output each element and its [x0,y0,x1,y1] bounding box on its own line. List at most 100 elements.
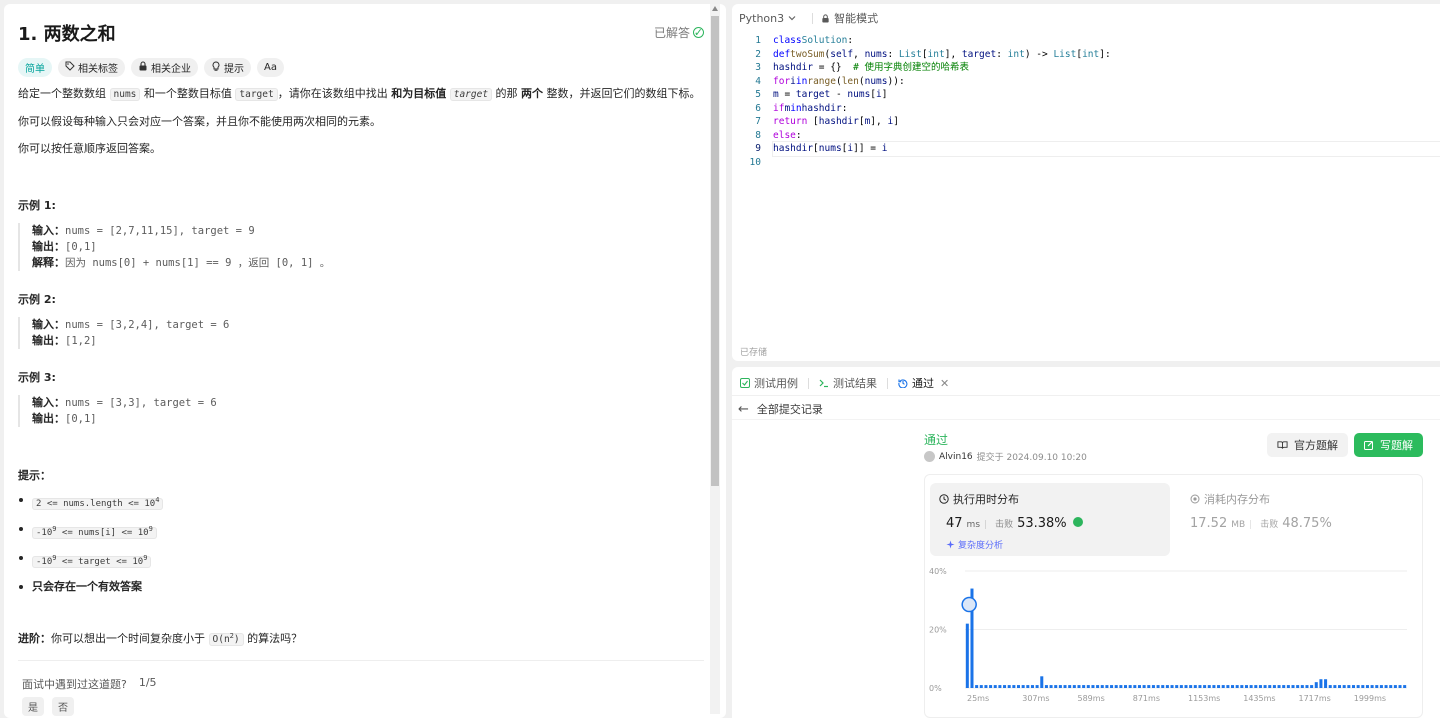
tab-submission[interactable]: 通过 [898,375,934,391]
chart-bar[interactable] [998,685,1002,688]
code-area[interactable]: 1 class Solution: 2 def twoSum(self, nums… [742,34,1440,169]
chart-bar[interactable] [1240,685,1244,688]
chart-bar[interactable] [1170,685,1174,688]
chart-bar[interactable] [1086,685,1090,688]
chart-bar[interactable] [1351,685,1355,688]
hint-button[interactable]: 提示 [204,58,251,77]
chart-bar[interactable] [1096,685,1100,688]
runtime-distribution-chart[interactable]: 40% 20% 0% 25ms 307ms 589ms 871ms 1153ms 1435ms 1… [925,563,1424,718]
chart-bar[interactable] [1207,685,1211,688]
chart-bar[interactable] [965,623,969,688]
chart-bar[interactable] [1384,685,1388,688]
chart-bar[interactable] [1165,685,1169,688]
problem-scrollbar[interactable] [710,4,720,714]
chart-bar[interactable] [1370,685,1374,688]
chart-bar[interactable] [1375,685,1379,688]
chart-bar[interactable] [1110,685,1114,688]
chart-bar[interactable] [979,685,983,688]
chart-bar[interactable] [1291,685,1295,688]
chart-bar[interactable] [1342,685,1346,688]
chart-bar[interactable] [1212,685,1216,688]
chart-bar[interactable] [1310,685,1314,688]
related-tags-button[interactable]: 相关标签 [58,58,125,77]
chart-bar[interactable] [1389,685,1393,688]
chart-bar[interactable] [1365,685,1369,688]
chart-bar[interactable] [1203,685,1207,688]
scrollbar-thumb[interactable] [711,16,719,486]
chart-bar[interactable] [1231,685,1235,688]
font-size-button[interactable]: Aa [257,58,284,77]
chart-bar[interactable] [1054,685,1058,688]
related-companies-button[interactable]: 相关企业 [131,58,198,77]
chart-bar[interactable] [1249,685,1253,688]
chart-bar[interactable] [1277,685,1281,688]
chart-bar[interactable] [1189,685,1193,688]
avatar[interactable] [924,451,935,462]
chart-bar[interactable] [1258,685,1262,688]
chart-bar[interactable] [1221,685,1225,688]
chart-bar[interactable] [1217,685,1221,688]
chart-bar[interactable] [1324,679,1328,688]
chart-bar[interactable] [1091,685,1095,688]
chart-bar[interactable] [1156,685,1160,688]
chart-bar[interactable] [1026,685,1030,688]
chart-bar[interactable] [1133,685,1137,688]
yes-button[interactable]: 是 [22,697,44,716]
chart-bar[interactable] [1244,685,1248,688]
chart-bar[interactable] [1142,685,1146,688]
chart-bar[interactable] [1254,685,1258,688]
no-button[interactable]: 否 [52,697,74,716]
chart-bar[interactable] [1319,679,1323,688]
official-solution-button[interactable]: 官方题解 [1267,433,1348,457]
scroll-up-arrow-icon[interactable] [712,6,718,11]
chart-bar[interactable] [1137,685,1141,688]
chart-bar[interactable] [993,685,997,688]
chart-bar[interactable] [1300,685,1304,688]
chart-bar[interactable] [1198,685,1202,688]
current-submission-marker[interactable] [961,596,977,613]
chart-bar[interactable] [1003,685,1007,688]
chart-bar[interactable] [1272,685,1276,688]
chart-bar[interactable] [1328,685,1332,688]
chart-bar[interactable] [1072,685,1076,688]
chart-bar[interactable] [1119,685,1123,688]
chart-bar[interactable] [1049,685,1053,688]
language-select[interactable]: Python3 [739,12,796,25]
chart-bar[interactable] [1175,685,1179,688]
chart-bar[interactable] [1282,685,1286,688]
chart-bar[interactable] [1356,685,1360,688]
tab-testcases[interactable]: 测试用例 [740,375,798,391]
chart-bar[interactable] [1361,685,1365,688]
chart-bar[interactable] [1161,685,1165,688]
chart-bar[interactable] [1068,685,1072,688]
chart-bar[interactable] [1393,685,1397,688]
tab-test-result[interactable]: 测试结果 [819,375,877,391]
chart-bar[interactable] [984,685,988,688]
complexity-analysis-link[interactable]: 复杂度分析 [946,538,1003,551]
runtime-card[interactable]: 执行用时分布 47 ms | 击败 53.38% 复杂度分析 [930,483,1170,556]
chart-bar[interactable] [1063,685,1067,688]
chart-bar[interactable] [1082,685,1086,688]
chart-bar[interactable] [1286,685,1290,688]
chart-bar[interactable] [1235,685,1239,688]
smart-mode-toggle[interactable]: 智能模式 [821,10,878,26]
chart-bar[interactable] [1012,685,1016,688]
chart-bar[interactable] [1114,685,1118,688]
chart-bar[interactable] [1105,685,1109,688]
chart-bar[interactable] [1226,685,1230,688]
close-icon[interactable]: ✕ [940,377,949,390]
chart-bar[interactable] [1398,685,1402,688]
chart-bar[interactable] [1044,685,1048,688]
chart-bar[interactable] [1379,685,1383,688]
chart-bar[interactable] [1077,685,1081,688]
chart-bar[interactable] [1007,685,1011,688]
chart-bar[interactable] [1100,685,1104,688]
chart-bar[interactable] [1263,685,1267,688]
chart-bar[interactable] [1124,685,1128,688]
chart-bar[interactable] [1179,685,1183,688]
chart-bar[interactable] [1058,685,1062,688]
chart-bar[interactable] [1314,682,1318,688]
chart-bar[interactable] [1305,685,1309,688]
chart-bar[interactable] [1016,685,1021,688]
chart-bar[interactable] [1333,685,1337,688]
